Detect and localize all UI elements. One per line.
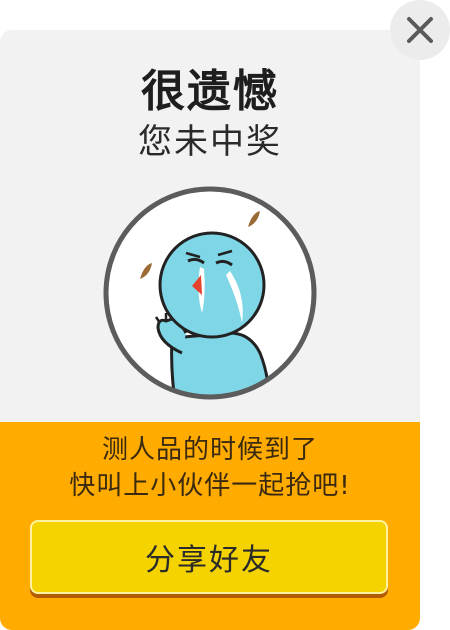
share-friends-button[interactable]: 分享好友 bbox=[30, 520, 388, 594]
share-footer-panel: 测人品的时候到了 快叫上小伙伴一起抢吧! 分享好友 bbox=[0, 422, 420, 630]
result-title: 很遗憾 bbox=[141, 66, 279, 117]
crying-character-icon bbox=[103, 186, 317, 400]
result-subtitle: 您未中奖 bbox=[138, 122, 282, 162]
close-icon bbox=[407, 17, 433, 43]
message-line-2: 快叫上小伙伴一起抢吧! bbox=[69, 471, 351, 501]
message-line-1: 测人品的时候到了 bbox=[101, 435, 318, 465]
result-header-panel: 很遗憾 您未中奖 bbox=[0, 30, 420, 422]
lottery-result-screen: 很遗憾 您未中奖 测人品的时候到了 快叫上小伙伴一起抢吧! 分享好友 bbox=[0, 0, 450, 630]
close-button[interactable] bbox=[390, 0, 450, 60]
result-dialog: 很遗憾 您未中奖 测人品的时候到了 快叫上小伙伴一起抢吧! 分享好友 bbox=[0, 30, 420, 630]
share-button-label: 分享好友 bbox=[145, 543, 273, 578]
